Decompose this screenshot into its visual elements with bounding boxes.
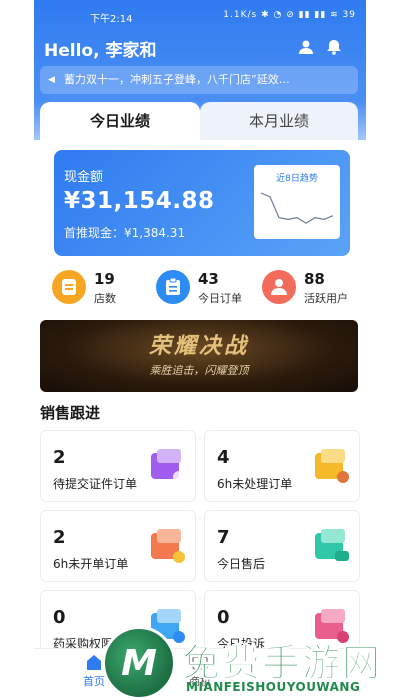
cash-card[interactable]: 现金额 ¥31,154.88 首推现金：¥1,384.31 近8日趋势 [54, 150, 350, 256]
watermark: M 免费手游网 MIANFEISHOUYOUWANG [100, 624, 400, 700]
banner-pagination [226, 381, 247, 392]
status-time: 下午2:14 [90, 14, 133, 25]
card-value: 0 [53, 607, 66, 628]
card-label: 6h未开单订单 [53, 557, 129, 571]
card-label: 今日售后 [217, 557, 266, 571]
stat-users-value: 88 [304, 270, 325, 288]
user-icon[interactable] [298, 39, 314, 55]
card-label: 待提交证件订单 [53, 477, 138, 491]
banner-subtitle: 乘胜追击，闪耀登顶 [149, 364, 249, 377]
first-push-cash: 首推现金：¥1,384.31 [64, 226, 186, 240]
card-value: 7 [217, 527, 230, 548]
clipboard-icon [156, 270, 190, 304]
trend-line [260, 192, 334, 224]
user-circle-icon [262, 270, 296, 304]
stat-stores-label: 店数 [94, 292, 116, 305]
banner-title: 荣耀决战 [148, 334, 249, 359]
bell-icon[interactable] [326, 39, 342, 55]
tab-today[interactable]: 今日业绩 [40, 102, 200, 140]
trend-chart[interactable]: 近8日趋势 [254, 165, 340, 239]
watermark-domain: MIANFEISHOUYOUWANG [186, 680, 361, 694]
tab-month[interactable]: 本月业绩 [200, 102, 358, 140]
return-box-icon [315, 529, 349, 561]
promo-banner[interactable]: 荣耀决战 乘胜追击，闪耀登顶 [40, 320, 358, 392]
speaker-icon: ◀ [48, 75, 55, 85]
card-value: 4 [217, 447, 230, 468]
period-tabs: 本月业绩 今日业绩 [40, 102, 358, 140]
stat-stores-value: 19 [94, 270, 115, 288]
store-icon [52, 270, 86, 304]
right-margin [366, 0, 400, 700]
card-unprocessed[interactable]: 4 6h未处理订单 [204, 430, 360, 502]
clock-box-icon [315, 449, 349, 483]
notice-text: 蓄力双十一，冲刺五子登峰，八千门店”延效… [64, 73, 290, 86]
trend-title: 近8日趋势 [276, 174, 318, 184]
card-pending-docs[interactable]: 2 待提交证件订单 [40, 430, 196, 502]
card-value: 2 [53, 527, 66, 548]
phone-screen: 下午2:14 1.1K/s ✱ ◔ ⊘ ▮▮ ▮▮ ≋ 39 Hello, 李家… [0, 0, 400, 700]
card-unbilled[interactable]: 2 6h未开单订单 [40, 510, 196, 582]
card-value: 2 [53, 447, 66, 468]
cancel-box-icon [151, 529, 185, 563]
status-bar: 下午2:14 1.1K/s ✱ ◔ ⊘ ▮▮ ▮▮ ≋ 39 [34, 6, 366, 26]
trend-sparkline [260, 192, 334, 224]
watermark-logo: M [102, 626, 176, 700]
card-after-sales[interactable]: 7 今日售后 [204, 510, 360, 582]
card-label: 6h未处理订单 [217, 477, 293, 491]
stat-orders-label: 今日订单 [198, 292, 242, 305]
stat-orders-value: 43 [198, 270, 219, 288]
notice-bar[interactable]: ◀ 蓄力双十一，冲刺五子登峰，八千门店”延效… [40, 66, 358, 94]
watermark-text: 免费手游网 [181, 641, 383, 686]
cash-amount: ¥31,154.88 [64, 188, 215, 214]
left-margin [0, 0, 34, 700]
cash-label: 现金额 [64, 170, 104, 185]
section-title: 销售跟进 [40, 404, 101, 422]
status-icons: 1.1K/s ✱ ◔ ⊘ ▮▮ ▮▮ ≋ 39 [223, 10, 356, 20]
greeting: Hello, 李家和 [44, 41, 157, 61]
document-box-icon [151, 449, 185, 483]
stat-users-label: 活跃用户 [304, 292, 348, 305]
